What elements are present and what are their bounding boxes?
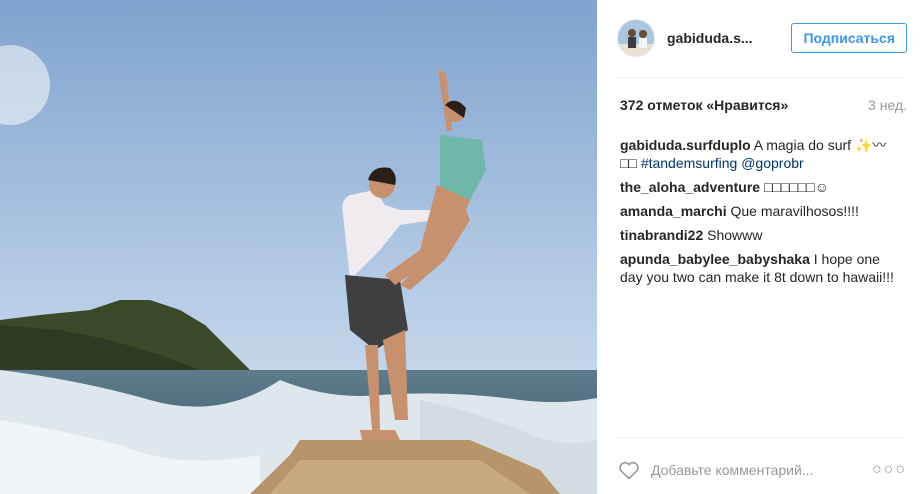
comment-text: □□□□□□☺ <box>760 179 829 195</box>
header-divider <box>617 77 907 78</box>
avatar[interactable] <box>617 19 655 57</box>
likes-count[interactable]: 372 отметок «Нравится» <box>620 97 788 113</box>
comment-user[interactable]: tinabrandi22 <box>620 227 703 243</box>
comment-user[interactable]: amanda_marchi <box>620 203 727 219</box>
comment-text: Showww <box>703 227 763 243</box>
post-time[interactable]: 3 нед. <box>868 97 907 113</box>
comment-user[interactable]: the_aloha_adventure <box>620 179 760 195</box>
post-details-panel: gabiduda.s... Подписаться 372 отметок «Н… <box>597 0 920 494</box>
comment-item: tinabrandi22 Showww <box>620 226 900 244</box>
comment-text: Que maravilhosos!!!! <box>726 203 859 219</box>
post-photo[interactable] <box>0 0 597 494</box>
caption-user[interactable]: gabiduda.surfduplo <box>620 137 751 153</box>
likes-row: 372 отметок «Нравится» 3 нед. <box>620 97 907 113</box>
heart-icon[interactable] <box>617 458 641 482</box>
post-footer: Добавьте комментарий... ○○○ <box>617 452 907 488</box>
avatar-image-icon <box>618 20 654 56</box>
post-header: gabiduda.s... Подписаться <box>617 17 907 59</box>
caption: gabiduda.surfduplo A magia do surf ✨〰 □□… <box>620 136 900 172</box>
comments-list: gabiduda.surfduplo A magia do surf ✨〰 □□… <box>620 136 900 292</box>
surf-photo-image <box>0 0 597 494</box>
more-options-icon[interactable]: ○○○ <box>872 461 907 479</box>
caption-emoji: □□ <box>620 155 641 171</box>
comment-item: the_aloha_adventure □□□□□□☺ <box>620 178 900 196</box>
caption-text: A magia do surf ✨〰 <box>750 137 887 153</box>
comment-item: apunda_babylee_babyshaka I hope one day … <box>620 250 900 286</box>
add-comment-input[interactable]: Добавьте комментарий... <box>651 462 872 478</box>
mention-link[interactable]: @goprobr <box>737 155 803 171</box>
post-username[interactable]: gabiduda.s... <box>667 30 767 46</box>
follow-button[interactable]: Подписаться <box>791 23 907 53</box>
comment-item: amanda_marchi Que maravilhosos!!!! <box>620 202 900 220</box>
footer-divider <box>617 437 907 438</box>
comment-user[interactable]: apunda_babylee_babyshaka <box>620 251 810 267</box>
hashtag-link[interactable]: #tandemsurfing <box>641 155 738 171</box>
